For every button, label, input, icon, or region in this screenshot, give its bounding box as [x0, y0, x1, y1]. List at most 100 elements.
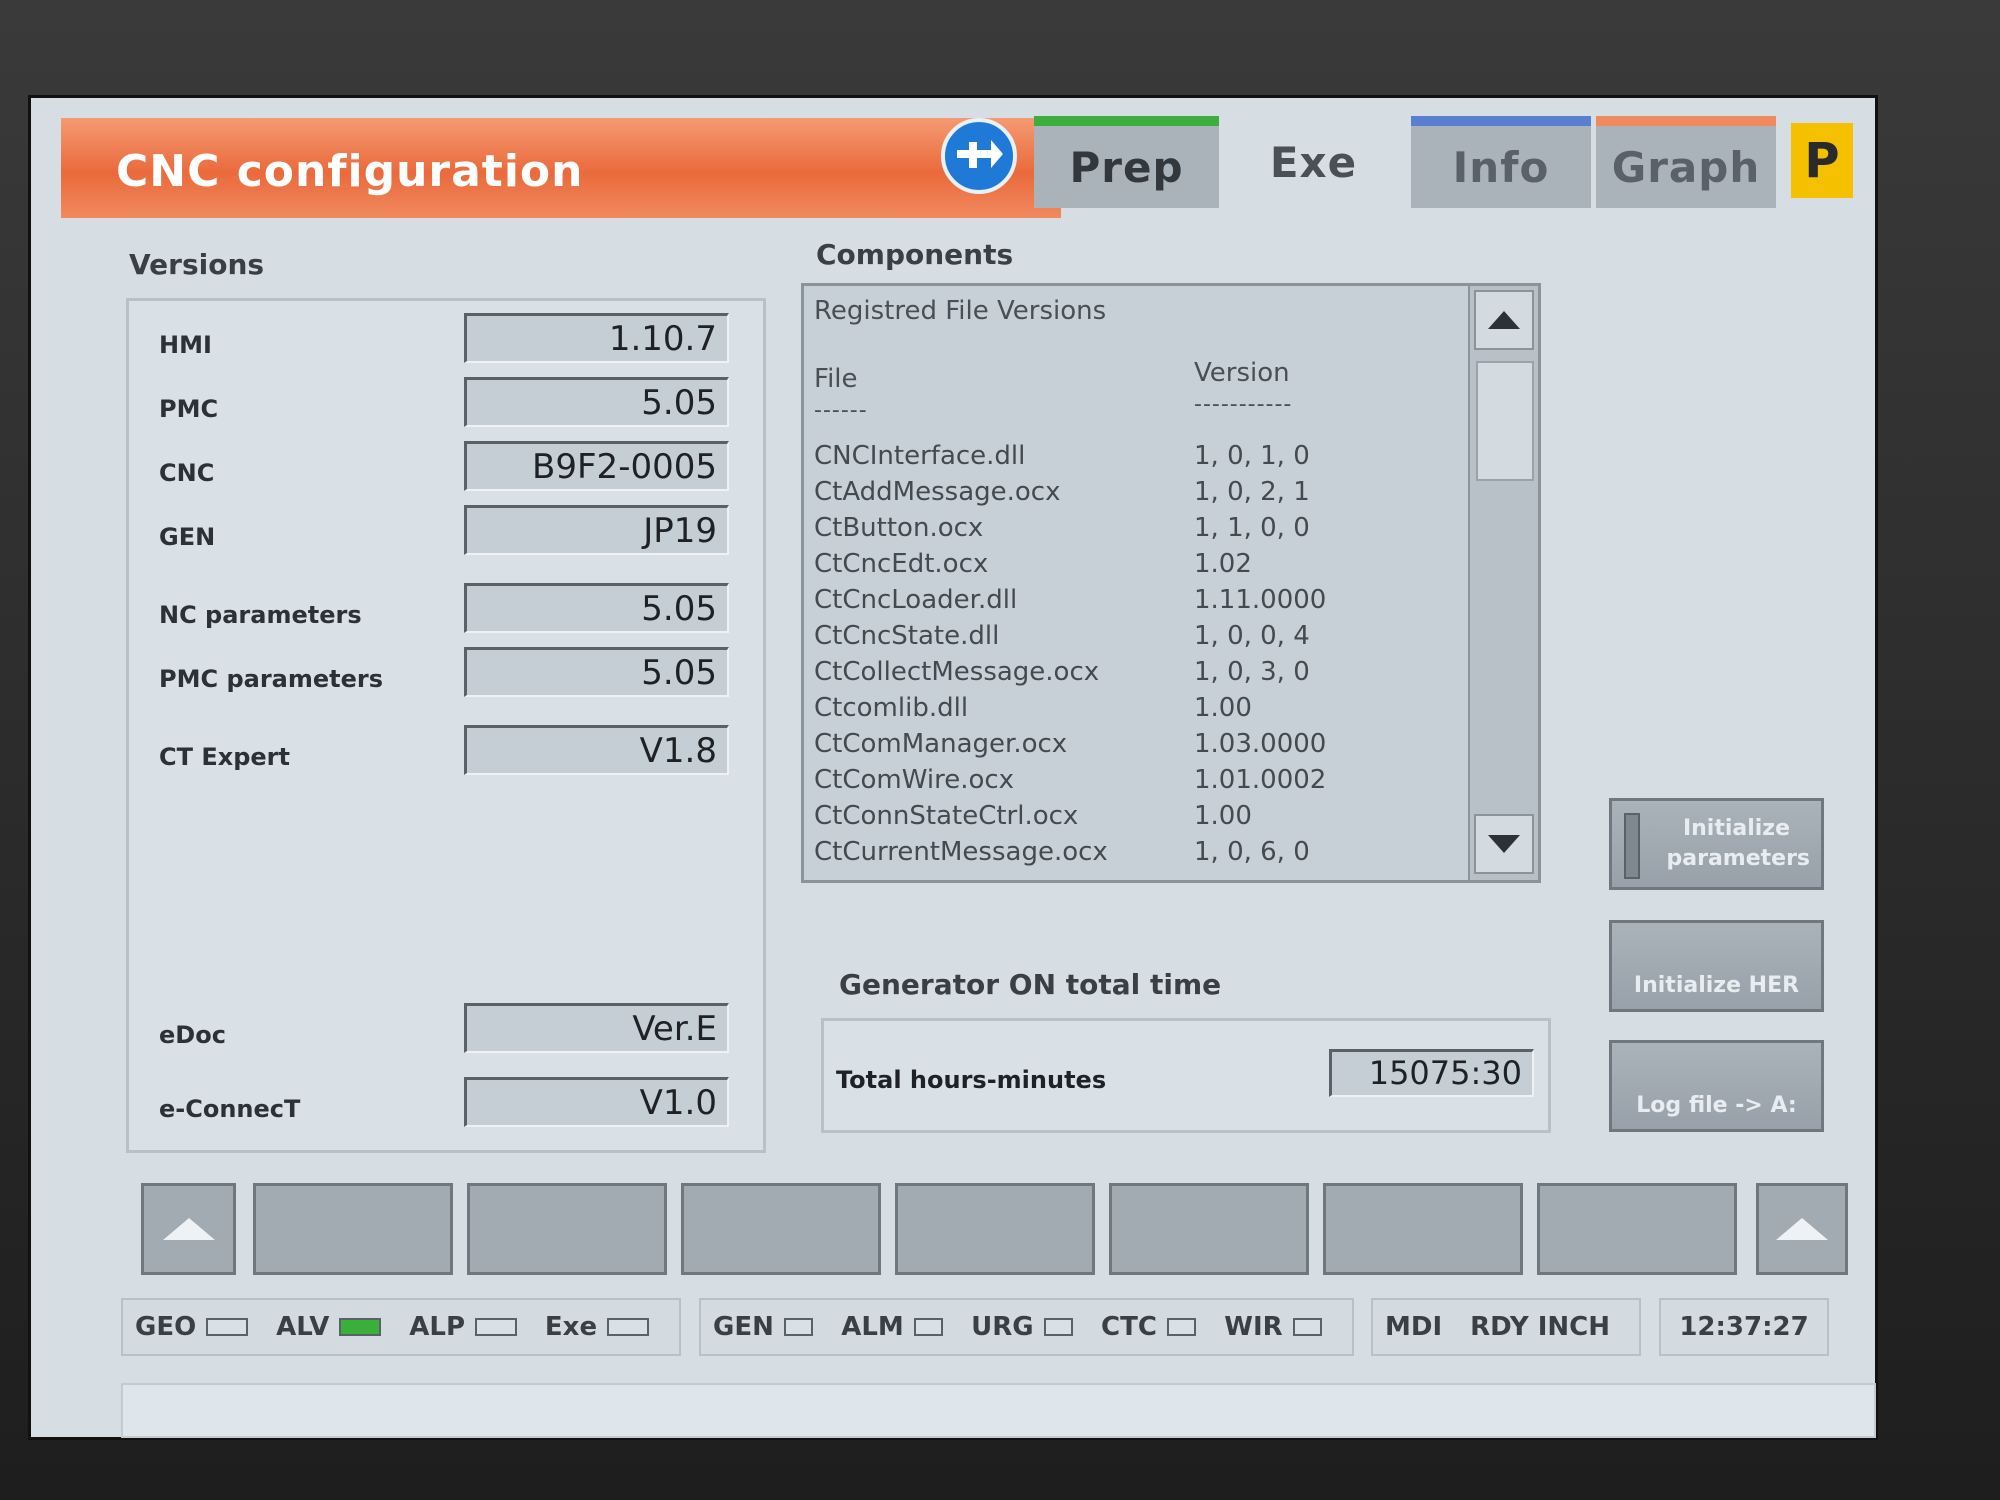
- file-name: Ctcomlib.dll: [814, 693, 969, 723]
- list-item[interactable]: CtCncLoader.dll 1.11.0000: [814, 585, 1464, 621]
- file-name: CtConnStateCtrl.ocx: [814, 801, 1079, 831]
- softkey-2[interactable]: [467, 1183, 667, 1275]
- version-row-ct-expert: CT Expert V1.8: [129, 725, 769, 785]
- list-item[interactable]: CtCncState.dll 1, 0, 0, 4: [814, 621, 1464, 657]
- tab-info[interactable]: Info: [1411, 116, 1591, 208]
- version-label: CT Expert: [159, 743, 290, 771]
- list-item[interactable]: CtCurrentMessage.ocx 1, 0, 6, 0: [814, 837, 1464, 873]
- list-item[interactable]: CtButton.ocx 1, 1, 0, 0: [814, 513, 1464, 549]
- tab-p[interactable]: P: [1791, 123, 1853, 198]
- page-title: CNC configuration: [116, 146, 584, 197]
- status-lamp: [1043, 1318, 1073, 1336]
- version-value: B9F2-0005: [464, 441, 729, 491]
- version-value: V1.8: [464, 725, 729, 775]
- status-lamp: [607, 1318, 649, 1336]
- tab-graph[interactable]: Graph: [1596, 116, 1776, 208]
- triangle-up-icon: [1488, 311, 1520, 329]
- initialize-parameters-button[interactable]: Initialize parameters: [1609, 798, 1824, 890]
- list-item[interactable]: CtComManager.ocx 1.03.0000: [814, 729, 1464, 765]
- triangle-down-icon: [1488, 835, 1520, 853]
- version-label: NC parameters: [159, 601, 362, 629]
- list-item[interactable]: CtCollectMessage.ocx 1, 0, 3, 0: [814, 657, 1464, 693]
- list-scrollbar[interactable]: [1468, 286, 1538, 880]
- scroll-up-button[interactable]: [1474, 290, 1534, 350]
- softkey-3[interactable]: [681, 1183, 881, 1275]
- version-value: JP19: [464, 505, 729, 555]
- file-name: CtCncEdt.ocx: [814, 549, 989, 579]
- list-item[interactable]: Ctcomlib.dll 1.00: [814, 693, 1464, 729]
- components-heading: Components: [816, 238, 1014, 271]
- file-name: CtAddMessage.ocx: [814, 477, 1061, 507]
- mode-indicator: MDI: [1385, 1312, 1443, 1342]
- softkey-up-right-button[interactable]: [1756, 1183, 1848, 1275]
- file-list: CNCInterface.dll 1, 0, 1, 0 CtAddMessage.…: [814, 441, 1464, 873]
- status-lamp: [339, 1318, 382, 1336]
- file-version: 1, 0, 2, 1: [1194, 477, 1310, 507]
- version-value: 5.05: [464, 377, 729, 427]
- version-label: e-ConnecT: [159, 1095, 301, 1123]
- status-label: URG: [971, 1312, 1034, 1342]
- versions-panel: HMI 1.10.7 PMC 5.05 CNC B9F2-0005 GEN JP…: [126, 298, 766, 1153]
- list-item[interactable]: CNCInterface.dll 1, 0, 1, 0: [814, 441, 1464, 477]
- status-label: ALV: [276, 1312, 330, 1342]
- list-item[interactable]: CtComWire.ocx 1.01.0002: [814, 765, 1464, 801]
- status-lamp: [475, 1318, 517, 1336]
- version-value: 5.05: [464, 583, 729, 633]
- file-version: 1.03.0000: [1194, 729, 1327, 759]
- title-bar: CNC configuration: [61, 118, 1061, 218]
- version-row-cnc: CNC B9F2-0005: [129, 441, 769, 501]
- version-value: 1.10.7: [464, 313, 729, 363]
- file-name: CtCncState.dll: [814, 621, 1000, 651]
- version-row-e-connect: e-ConnecT V1.0: [129, 1077, 769, 1137]
- file-version: 1.11.0000: [1194, 585, 1327, 615]
- softkey-5[interactable]: [1109, 1183, 1309, 1275]
- tab-prep[interactable]: Prep: [1034, 116, 1219, 208]
- file-version: 1, 0, 6, 0: [1194, 837, 1310, 867]
- version-label: HMI: [159, 331, 212, 359]
- initialize-her-button[interactable]: Initialize HER: [1609, 920, 1824, 1012]
- status-group-machine: GEO ALV ALP Exe: [121, 1298, 681, 1356]
- status-label: WIR: [1224, 1312, 1283, 1342]
- softkey-up-left-button[interactable]: [141, 1183, 236, 1275]
- log-file-button[interactable]: Log file -> A:: [1609, 1040, 1824, 1132]
- file-version: 1.01.0002: [1194, 765, 1327, 795]
- tab-exe[interactable]: Exe: [1221, 116, 1406, 208]
- clock: 12:37:27: [1679, 1312, 1809, 1342]
- softkey-1[interactable]: [253, 1183, 453, 1275]
- version-row-nc-parameters: NC parameters 5.05: [129, 583, 769, 643]
- ready-indicator: RDY INCH: [1470, 1312, 1611, 1342]
- column-divider-file: ------: [814, 398, 868, 423]
- file-version: 1.02: [1194, 549, 1252, 579]
- version-row-pmc: PMC 5.05: [129, 377, 769, 437]
- scroll-thumb[interactable]: [1476, 361, 1534, 481]
- status-group-alarms: GEN ALM URG CTC WIR: [699, 1298, 1354, 1356]
- generator-heading: Generator ON total time: [839, 968, 1222, 1001]
- softkey-6[interactable]: [1323, 1183, 1523, 1275]
- file-name: CtCurrentMessage.ocx: [814, 837, 1108, 867]
- version-row-edoc: eDoc Ver.E: [129, 1003, 769, 1063]
- column-divider-version: -----------: [1194, 392, 1293, 417]
- file-name: CtButton.ocx: [814, 513, 984, 543]
- status-label: GEO: [135, 1312, 197, 1342]
- version-row-hmi: HMI 1.10.7: [129, 313, 769, 373]
- list-item[interactable]: CtCncEdt.ocx 1.02: [814, 549, 1464, 585]
- versions-heading: Versions: [129, 248, 265, 281]
- list-item[interactable]: CtAddMessage.ocx 1, 0, 2, 1: [814, 477, 1464, 513]
- status-lamp: [206, 1318, 249, 1336]
- file-name: CtComWire.ocx: [814, 765, 1015, 795]
- button-label: Initialize HER: [1633, 973, 1800, 998]
- scroll-down-button[interactable]: [1474, 814, 1534, 874]
- softkey-4[interactable]: [895, 1183, 1095, 1275]
- file-version: 1, 0, 3, 0: [1194, 657, 1310, 687]
- version-row-gen: GEN JP19: [129, 505, 769, 565]
- button-label: Log file -> A:: [1636, 1093, 1797, 1118]
- version-value: V1.0: [464, 1077, 729, 1127]
- version-row-pmc-parameters: PMC parameters 5.05: [129, 647, 769, 707]
- softkey-7[interactable]: [1537, 1183, 1737, 1275]
- status-lamp: [1166, 1318, 1197, 1336]
- generator-panel: Total hours-minutes 15075:30: [821, 1018, 1551, 1133]
- file-name: CNCInterface.dll: [814, 441, 1026, 471]
- arrow-exchange-icon[interactable]: [941, 118, 1017, 194]
- list-item[interactable]: CtConnStateCtrl.ocx 1.00: [814, 801, 1464, 837]
- components-list[interactable]: Registred File Versions File Version ---…: [801, 283, 1541, 883]
